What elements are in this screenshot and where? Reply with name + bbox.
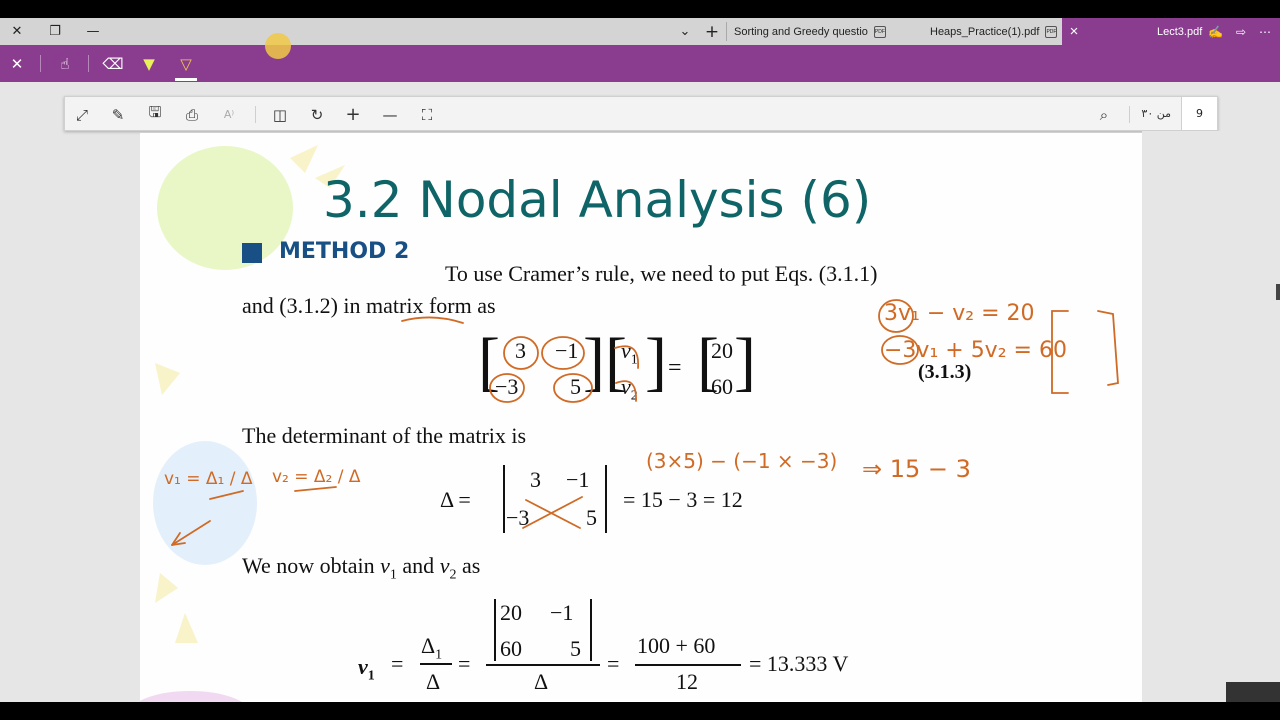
cursor-highlight: [265, 33, 291, 59]
restore-window-button[interactable]: ❐: [38, 18, 72, 45]
two-page-icon: ◫: [272, 105, 288, 124]
tab-lect3[interactable]: × Lect3.pdf ✍ ⇨ ⋯: [1062, 18, 1280, 45]
page-number-input[interactable]: 9: [1181, 97, 1217, 130]
zoom-out-icon: —: [382, 105, 398, 124]
chevron-down-icon: ⌄: [679, 24, 691, 39]
ink-toolbar: ✕ ☝ ⌫ ▼ ▽: [0, 45, 1280, 82]
pdf-icon: PDF: [873, 25, 886, 38]
tab-sorting-greedy[interactable]: Sorting and Greedy questio PDF: [734, 18, 894, 45]
title-bar: ✕ ❐ — ⌄ + Sorting and Greedy questio PDF…: [0, 18, 1280, 45]
close-tab-icon[interactable]: ×: [1062, 23, 1086, 40]
rotate-button[interactable]: ↻: [300, 97, 334, 132]
two-page-button[interactable]: ◫: [263, 97, 297, 132]
handwritten-expansion: (3×5) − (−1 × −3): [646, 449, 838, 473]
fit-page-icon: ⛶: [421, 105, 433, 124]
plus-icon: +: [704, 21, 720, 42]
zoom-out-button[interactable]: —: [373, 97, 407, 132]
print-button[interactable]: ⎙: [175, 97, 209, 132]
page-count-label: من ٣٠: [1141, 107, 1171, 120]
handwritten-eq1: 3v₁ − v₂ = 20: [884, 301, 1035, 326]
new-tab-button[interactable]: +: [695, 18, 729, 45]
search-icon: ⌕: [1099, 105, 1109, 124]
tab-label: Lect3.pdf: [1157, 25, 1203, 38]
signature-icon: ✍: [1208, 24, 1223, 39]
separator: [255, 106, 256, 123]
minimize-window-button[interactable]: —: [76, 18, 110, 45]
scrollbar-thumb[interactable]: [1276, 284, 1280, 300]
fit-page-button[interactable]: ⛶: [410, 97, 444, 132]
tab-label: Heaps_Practice(1).pdf: [930, 25, 1040, 38]
zoom-in-button[interactable]: +: [336, 97, 370, 132]
pdf-page: 3.2 Nodal Analysis (6) METHOD 2 To use C…: [140, 133, 1142, 702]
zoom-in-icon: +: [345, 104, 361, 125]
pen-button[interactable]: ▽: [171, 45, 201, 82]
restore-icon: ❐: [49, 24, 61, 39]
highlighter-icon: ▼: [143, 54, 155, 73]
tab-heaps-practice[interactable]: Heaps_Practice(1).pdf PDF: [930, 18, 1062, 45]
highlighter-button[interactable]: ▼: [134, 45, 164, 82]
share-icon[interactable]: ⇨: [1230, 18, 1252, 45]
save-button[interactable]: 🖫: [138, 97, 172, 132]
separator: [1129, 106, 1130, 123]
handwritten-eq2: −3v₁ + 5v₂ = 60: [884, 338, 1067, 363]
separator: [88, 55, 89, 72]
separator: [40, 55, 41, 72]
close-icon: ✕: [10, 54, 24, 73]
annotate-icon: ✎: [111, 105, 125, 124]
touch-writing-icon: ☝: [60, 54, 70, 73]
pdf-viewer-window: ✕ ❐ — ⌄ + Sorting and Greedy questio PDF…: [0, 18, 1280, 702]
tab-divider: [726, 22, 727, 41]
expand-icon: ⤢: [75, 105, 88, 124]
annotate-button[interactable]: ✎: [101, 97, 135, 132]
close-icon: ✕: [11, 24, 23, 39]
tab-label: Sorting and Greedy questio: [734, 25, 868, 38]
pdf-toolbar: ⤢ ✎ 🖫 ⎙ A⁾ ◫ ↻ + — ⛶ ⌕ من ٣٠ 9: [64, 96, 1218, 131]
viewer-background: [1142, 131, 1280, 702]
search-button[interactable]: ⌕: [1087, 97, 1121, 132]
minimize-icon: —: [86, 24, 100, 39]
save-icon: 🖫: [148, 103, 162, 121]
handwritten-v2-formula: v₂ = Δ₂ / Δ: [272, 467, 361, 487]
close-ink-toolbar-button[interactable]: ✕: [2, 45, 32, 82]
rotate-icon: ↻: [310, 105, 324, 124]
touch-writing-button[interactable]: ☝: [50, 45, 80, 82]
notification-popup[interactable]: [1226, 682, 1280, 702]
close-window-button[interactable]: ✕: [0, 18, 34, 45]
handwritten-result: ⇒ 15 − 3: [862, 455, 971, 483]
handwritten-v1-formula: v₁ = Δ₁ / Δ: [164, 469, 253, 489]
print-icon: ⎙: [185, 105, 198, 124]
more-icon[interactable]: ⋯: [1254, 18, 1276, 45]
eraser-icon: ⌫: [102, 54, 124, 73]
read-aloud-button[interactable]: A⁾: [212, 97, 246, 132]
pen-icon: ▽: [180, 54, 192, 73]
fit-to-width-button[interactable]: ⤢: [65, 97, 99, 132]
read-aloud-icon: A⁾: [223, 108, 235, 121]
active-tool-indicator: [175, 78, 197, 81]
pdf-icon: PDF: [1045, 25, 1058, 38]
eraser-button[interactable]: ⌫: [98, 45, 128, 82]
ink-annotations: [171, 299, 1119, 546]
